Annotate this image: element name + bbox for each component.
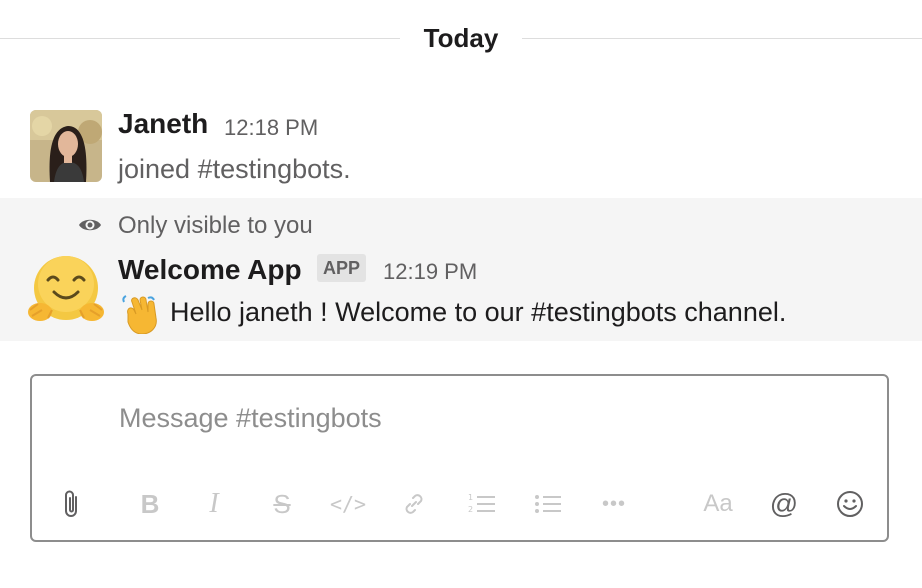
italic-icon[interactable]: I (192, 484, 236, 524)
message-timestamp[interactable]: 12:18 PM (224, 115, 318, 141)
message-timestamp[interactable]: 12:19 PM (383, 259, 477, 285)
message-ephemeral[interactable]: Only visible to you Welcome App APP 12:1… (0, 198, 922, 341)
formatting-icon[interactable]: Aa (696, 484, 740, 524)
formatting-label: Aa (703, 490, 733, 517)
waving-hand-icon (122, 295, 157, 334)
date-divider-label[interactable]: Today (400, 18, 522, 58)
paperclip-icon[interactable] (50, 484, 94, 524)
avatar[interactable] (30, 110, 102, 182)
message-input[interactable]: Message #testingbots (119, 403, 382, 434)
mention-label: @ (769, 488, 799, 519)
ordered-list-icon[interactable]: 12 (460, 484, 504, 524)
visibility-notice: Only visible to you (118, 212, 313, 239)
message-text: joined #testingbots. (118, 154, 351, 184)
code-icon[interactable]: </> (326, 484, 370, 524)
message-join[interactable]: Janeth 12:18 PM joined #testingbots. (0, 100, 922, 198)
message-author[interactable]: Janeth (118, 108, 208, 140)
bold-icon[interactable]: B (128, 484, 172, 524)
svg-text:1: 1 (468, 493, 473, 502)
more-icon[interactable]: ••• (592, 484, 636, 524)
app-badge: APP (317, 254, 367, 282)
message-author[interactable]: Welcome App (118, 254, 302, 286)
svg-text:2: 2 (468, 505, 473, 514)
eye-icon (79, 219, 101, 231)
message-composer[interactable]: Message #testingbots B I S </> 12 ••• Aa… (30, 374, 889, 542)
message-text: Hello janeth ! Welcome to our #testingbo… (170, 297, 787, 327)
strikethrough-icon[interactable]: S (260, 484, 304, 524)
emoji-icon[interactable] (828, 484, 872, 524)
bulleted-list-icon[interactable] (526, 484, 570, 524)
mention-icon[interactable]: @ (762, 484, 806, 524)
hugging-face-avatar[interactable] (28, 254, 104, 326)
link-icon[interactable] (392, 484, 436, 524)
